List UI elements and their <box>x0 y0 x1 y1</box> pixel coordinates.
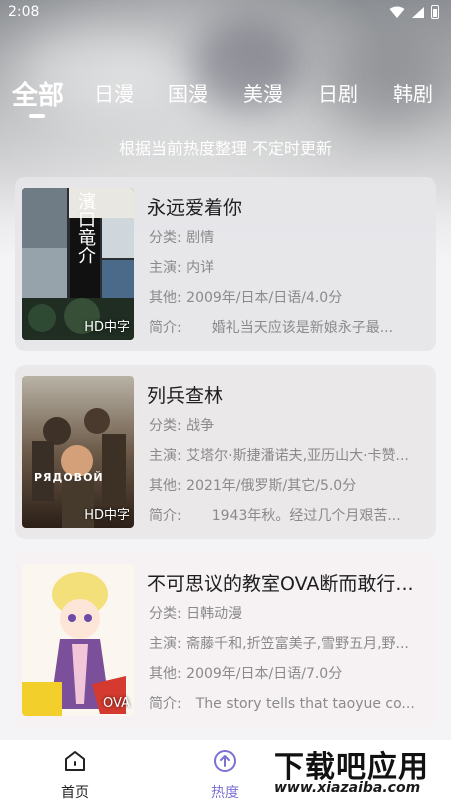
category-value: 剧情 <box>186 230 215 246</box>
other-value: 2009年/日本/日语/4.0分 <box>186 290 343 306</box>
video-title: 不可思议的教室OVA断而敢行... <box>147 573 414 595</box>
wifi-icon <box>389 6 405 18</box>
other-label: 其他: <box>149 666 182 682</box>
other-value: 2021年/俄罗斯/其它/5.0分 <box>186 478 357 494</box>
tab-chinese-anime[interactable]: 国漫 <box>168 78 208 107</box>
category-value: 战争 <box>186 418 215 434</box>
poster-image: OVA <box>22 564 134 716</box>
category-label: 分类: <box>149 230 182 246</box>
intro-value: The story tells that taoyue co... <box>195 696 415 712</box>
trending-up-icon <box>214 750 236 772</box>
category-value: 日韩动漫 <box>186 606 243 622</box>
other-value: 2009年/日本/日语/7.0分 <box>186 666 343 682</box>
status-icons <box>389 5 439 19</box>
tab-japanese-anime[interactable]: 日漫 <box>94 78 134 107</box>
tab-korean-drama[interactable]: 韩剧 <box>393 78 433 107</box>
category-label: 分类: <box>149 418 182 434</box>
other-row: 其他: 2009年/日本/日语/4.0分 <box>149 287 429 307</box>
cast-row: 主演: 艾塔尔·斯捷潘诺夫,亚历山大·卡赞... <box>149 445 429 465</box>
poster-art <box>22 564 134 716</box>
video-title: 列兵查林 <box>147 385 224 407</box>
other-label: 其他: <box>149 290 182 306</box>
intro-value: 婚礼当天应该是新娘永子最... <box>211 320 394 336</box>
video-card[interactable]: РЯДОВОЙ HD中字 列兵查林 分类: 战争 主演: 艾塔尔·斯捷潘诺夫,亚… <box>15 365 436 539</box>
intro-row: 简介: 1943年秋。经过几个月艰苦... <box>149 505 429 525</box>
home-icon <box>65 751 85 771</box>
nav-home[interactable]: 首页 <box>40 748 110 802</box>
cast-row: 主演: 斋藤千和,折笠富美子,雪野五月,野... <box>149 633 429 653</box>
intro-row: 简介: The story tells that taoyue co... <box>149 693 429 713</box>
category-row: 分类: 日韩动漫 <box>149 603 429 623</box>
active-tab-indicator <box>29 114 45 118</box>
signal-icon <box>412 6 424 18</box>
other-row: 其他: 2009年/日本/日语/7.0分 <box>149 663 429 683</box>
watermark-url: www.xiazaiba.com <box>274 780 421 796</box>
other-row: 其他: 2021年/俄罗斯/其它/5.0分 <box>149 475 429 495</box>
poster-title: 濱口竜介 <box>75 192 96 264</box>
cast-value: 斋藤千和,折笠富美子,雪野五月,野... <box>186 636 409 652</box>
poster-title: РЯДОВОЙ <box>34 471 104 484</box>
status-bar: 2:08 <box>0 0 451 26</box>
tab-all[interactable]: 全部 <box>12 75 64 112</box>
cast-value: 艾塔尔·斯捷潘诺夫,亚历山大·卡赞... <box>186 448 409 464</box>
intro-label: 简介: <box>149 696 182 712</box>
video-title: 永远爱着你 <box>147 197 243 219</box>
status-time: 2:08 <box>8 4 40 20</box>
cast-value: 内详 <box>186 260 215 276</box>
nav-hot[interactable]: 热度 <box>190 748 260 802</box>
quality-badge: OVA <box>103 696 130 711</box>
cast-label: 主演: <box>149 448 182 464</box>
category-row: 分类: 剧情 <box>149 227 429 247</box>
video-card[interactable]: OVA 不可思议的教室OVA断而敢行... 分类: 日韩动漫 主演: 斋藤千和,… <box>15 553 436 727</box>
other-label: 其他: <box>149 478 182 494</box>
intro-label: 简介: <box>149 508 182 524</box>
category-tabs: 全部 日漫 国漫 美漫 日剧 韩剧 <box>0 78 451 118</box>
category-row: 分类: 战争 <box>149 415 429 435</box>
poster-image: 濱口竜介 HD中字 <box>22 188 134 340</box>
quality-badge: HD中字 <box>84 320 130 335</box>
tab-japanese-drama[interactable]: 日剧 <box>318 78 358 107</box>
battery-icon <box>431 5 439 19</box>
intro-row: 简介: 婚礼当天应该是新娘永子最... <box>149 317 429 337</box>
category-label: 分类: <box>149 606 182 622</box>
quality-badge: HD中字 <box>84 508 130 523</box>
nav-hot-label: 热度 <box>211 785 239 801</box>
intro-value: 1943年秋。经过几个月艰苦... <box>211 508 401 524</box>
cast-label: 主演: <box>149 260 182 276</box>
ranking-note: 根据当前热度整理 不定时更新 <box>118 139 333 158</box>
nav-home-label: 首页 <box>61 785 89 801</box>
site-watermark: 下载吧应用 www.xiazaiba.com <box>272 740 448 800</box>
cast-label: 主演: <box>149 636 182 652</box>
intro-label: 简介: <box>149 320 182 336</box>
poster-image: РЯДОВОЙ HD中字 <box>22 376 134 528</box>
tab-american-anime[interactable]: 美漫 <box>243 78 283 107</box>
video-card[interactable]: 濱口竜介 HD中字 永远爱着你 分类: 剧情 主演: 内详 其他: 2009年/… <box>15 177 436 351</box>
cast-row: 主演: 内详 <box>149 257 429 277</box>
